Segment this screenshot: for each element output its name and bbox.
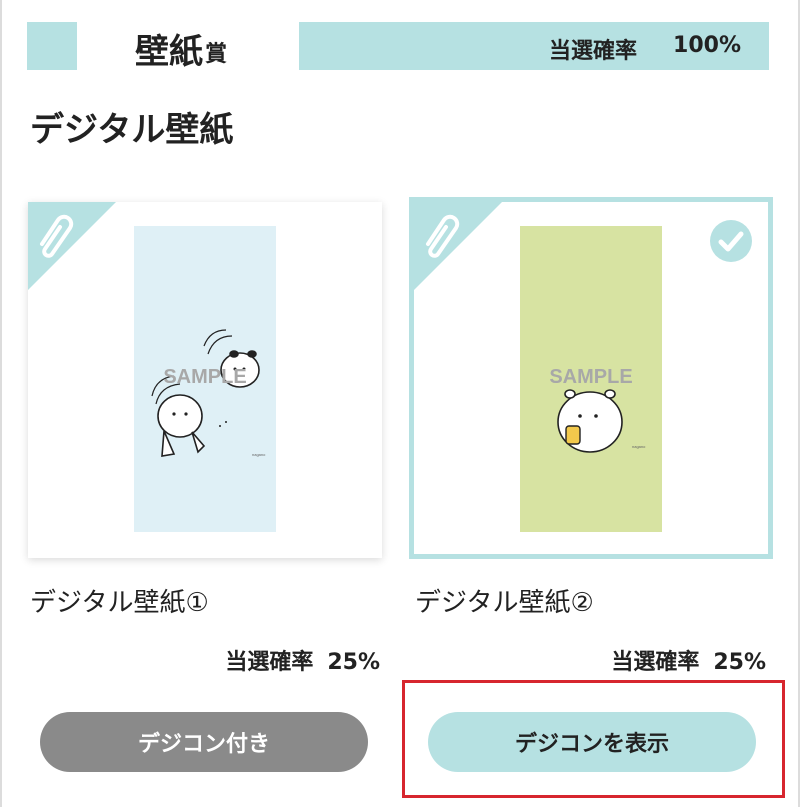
decocon-attached-button[interactable]: デジコン付き: [40, 712, 368, 772]
check-icon: [710, 220, 752, 262]
item-rate-value: 25%: [713, 650, 766, 675]
item-rate-label: 当選確率: [225, 650, 314, 675]
prize-title-suffix: 賞: [205, 42, 228, 67]
prize-title: 壁紙: [135, 32, 203, 72]
wallpaper-card-1[interactable]: nagano SAMPLE: [28, 202, 382, 558]
prize-banner: 壁紙 賞 当選確率 100%: [27, 22, 769, 72]
item-rate-1: 当選確率 25%: [225, 644, 380, 676]
wallpaper-preview-2: nagano SAMPLE: [520, 226, 662, 532]
item-rate-value: 25%: [327, 650, 380, 675]
prize-rate-value: 100%: [673, 33, 741, 58]
paperclip-icon: [28, 202, 116, 290]
sample-watermark: SAMPLE: [163, 366, 247, 388]
banner-accent-block: [27, 22, 77, 70]
item-name-1: デジタル壁紙①: [30, 588, 209, 618]
section-title: デジタル壁紙: [30, 110, 234, 150]
item-rate-label: 当選確率: [611, 650, 700, 675]
item-rate-2: 当選確率 25%: [611, 644, 766, 676]
wallpaper-preview-1: nagano SAMPLE: [134, 226, 276, 532]
paperclip-icon: [414, 202, 502, 290]
svg-text:nagano: nagano: [252, 452, 266, 457]
show-decocon-button[interactable]: デジコンを表示: [428, 712, 756, 772]
svg-text:nagano: nagano: [632, 444, 646, 449]
prize-rate-label: 当選確率: [548, 39, 637, 64]
item-name-2: デジタル壁紙②: [415, 588, 594, 618]
sample-watermark: SAMPLE: [549, 366, 633, 388]
frame-border-left: [0, 0, 2, 807]
wallpaper-card-2[interactable]: nagano SAMPLE: [409, 197, 773, 559]
